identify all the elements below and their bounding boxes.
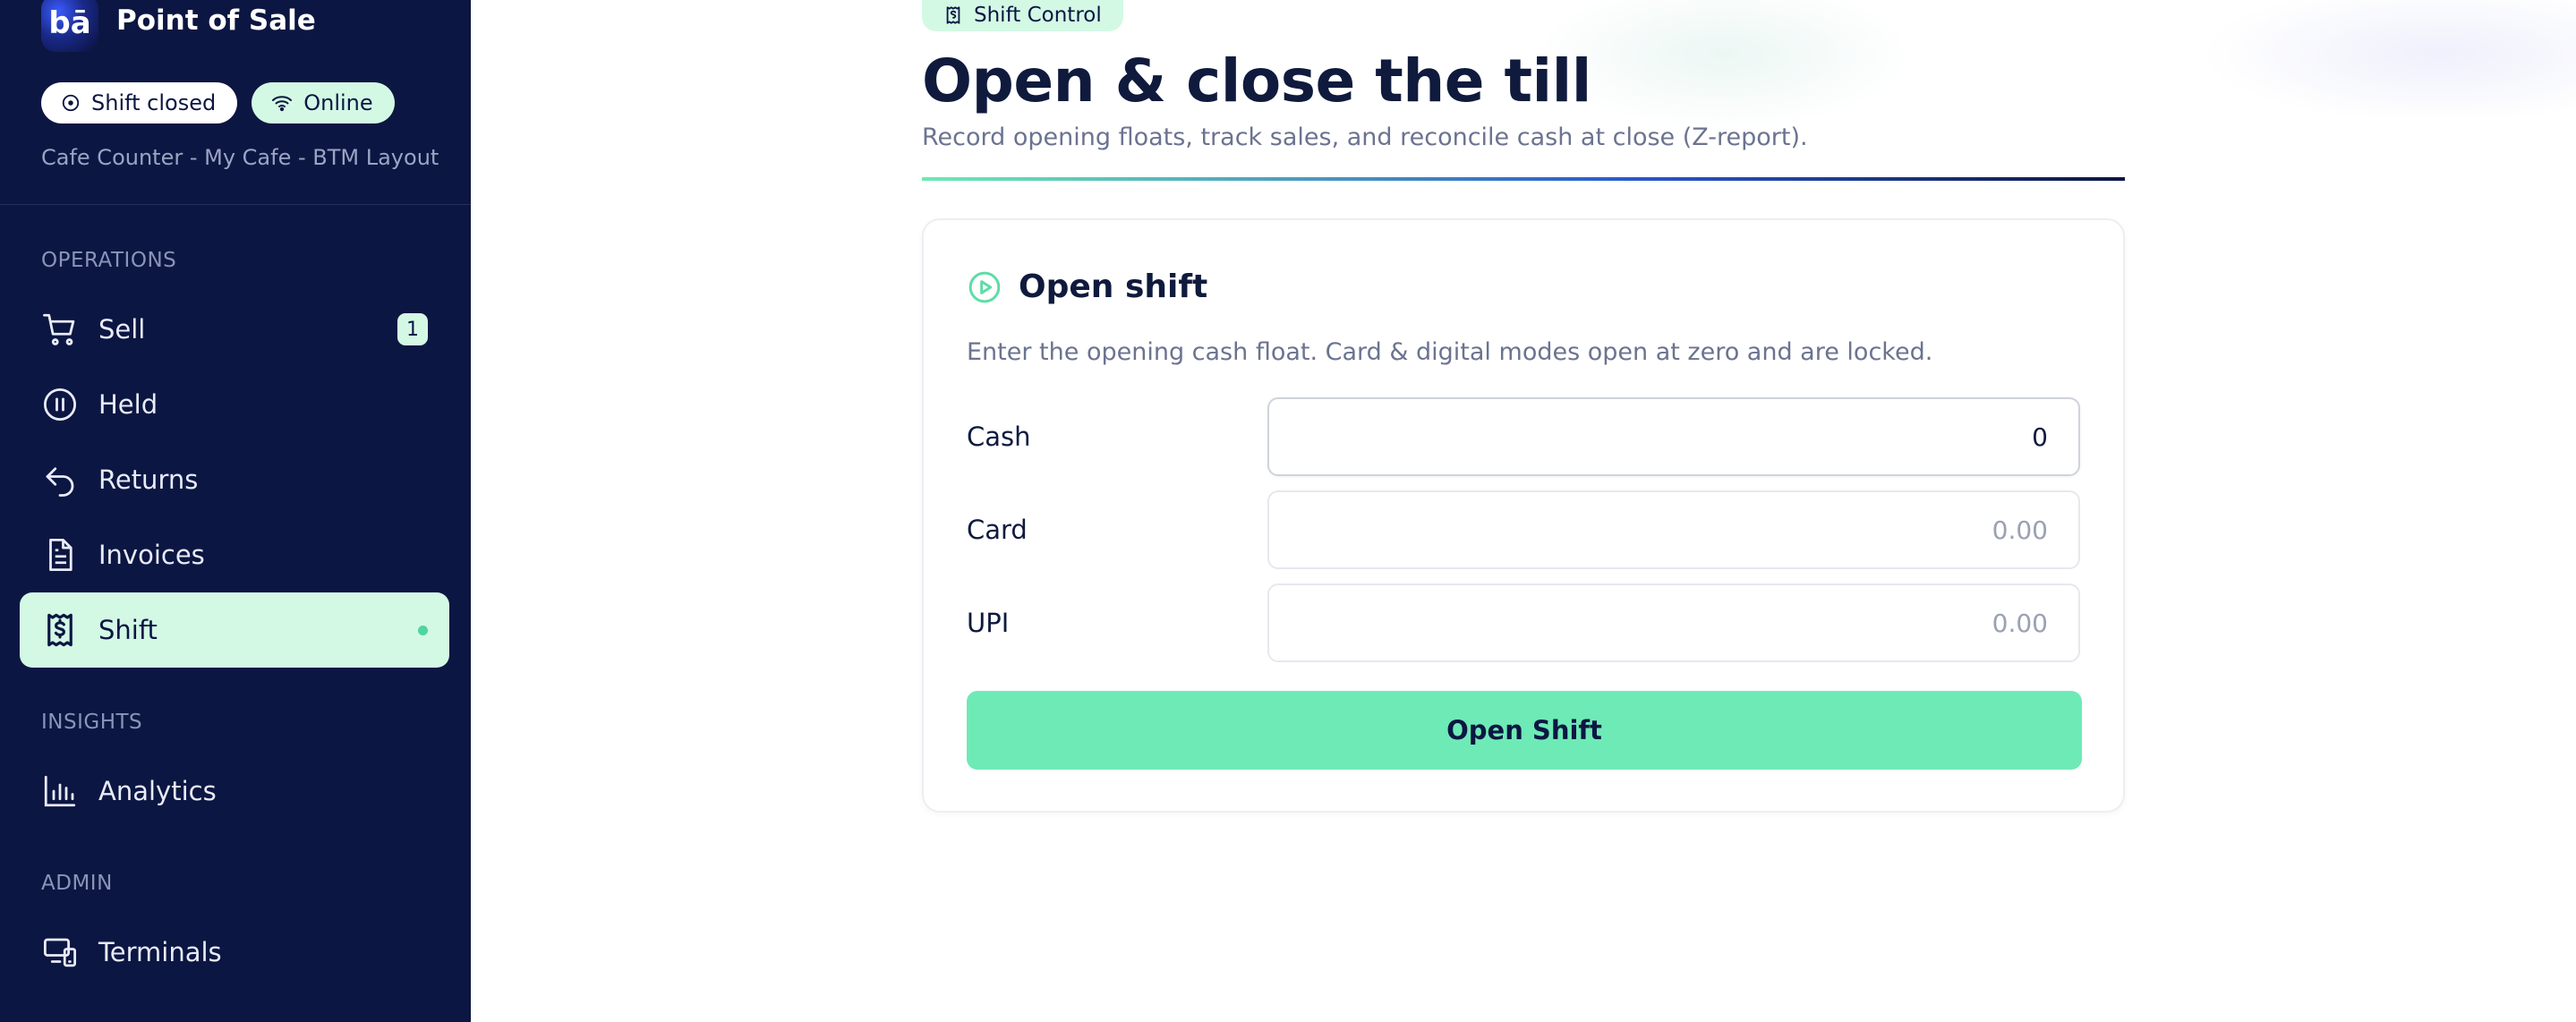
- upi-input[interactable]: [1267, 583, 2080, 662]
- section-label-admin: ADMIN: [41, 872, 113, 895]
- play-circle-icon: [968, 271, 1001, 302]
- card-title: Open shift: [1019, 268, 1208, 305]
- open-shift-card: Open shift Enter the opening cash float.…: [922, 218, 2125, 813]
- sidebar-item-shift[interactable]: Shift: [20, 592, 449, 668]
- sidebar-item-invoices[interactable]: Invoices: [20, 517, 449, 592]
- network-status-label: Online: [303, 90, 373, 115]
- status-row: Shift closed Online: [41, 82, 395, 123]
- sidebar-item-analytics[interactable]: Analytics: [20, 754, 449, 829]
- sidebar: bā Point of Sale Shift closed Online Caf…: [0, 0, 471, 1022]
- page-subtitle: Record opening floats, track sales, and …: [922, 123, 1808, 151]
- section-label-insights: INSIGHTS: [41, 711, 143, 734]
- clock-circle-icon: [62, 94, 80, 112]
- card-label: Card: [967, 515, 1028, 545]
- sidebar-item-label: Invoices: [98, 540, 205, 570]
- terminal-location: Cafe Counter - My Cafe - BTM Layout: [41, 145, 439, 170]
- card-input[interactable]: [1267, 490, 2080, 569]
- undo-arrow-icon: [46, 467, 74, 497]
- sidebar-item-label: Held: [98, 389, 158, 420]
- sidebar-item-label: Shift: [98, 615, 158, 645]
- card-field-row: Card: [967, 490, 2086, 569]
- page-title: Open & close the till: [922, 47, 1591, 115]
- open-shift-button[interactable]: Open Shift: [967, 691, 2082, 770]
- sidebar-item-held[interactable]: Held: [20, 367, 449, 442]
- bar-chart-icon: [44, 775, 76, 807]
- sidebar-item-returns[interactable]: Returns: [20, 442, 449, 517]
- pause-circle-icon: [43, 388, 77, 422]
- cash-input[interactable]: [1267, 397, 2080, 476]
- upi-field-row: UPI: [967, 583, 2086, 662]
- sidebar-item-label: Terminals: [98, 937, 222, 967]
- section-chip: Shift Control: [922, 0, 1123, 31]
- receipt-dollar-icon: [47, 613, 73, 647]
- shopping-cart-icon: [43, 313, 75, 345]
- cash-label: Cash: [967, 422, 1031, 452]
- receipt-dollar-icon: [946, 5, 960, 24]
- shift-status-label: Shift closed: [91, 90, 217, 115]
- app-title: Point of Sale: [116, 4, 316, 37]
- app-logo: bā: [41, 0, 98, 52]
- card-header: Open shift: [967, 268, 1207, 305]
- wifi-icon: [272, 96, 293, 112]
- brand[interactable]: bā Point of Sale: [41, 0, 316, 52]
- sidebar-item-terminals[interactable]: Terminals: [20, 915, 449, 990]
- sidebar-item-label: Sell: [98, 314, 146, 345]
- shift-status-badge: Shift closed: [41, 82, 238, 123]
- section-chip-label: Shift Control: [974, 3, 1102, 27]
- active-indicator-dot: [418, 626, 428, 635]
- sidebar-item-label: Returns: [98, 464, 199, 495]
- section-label-operations: OPERATIONS: [41, 249, 177, 272]
- sidebar-item-label: Analytics: [98, 776, 217, 806]
- cash-field-row: Cash: [967, 397, 2086, 476]
- devices-icon: [43, 938, 77, 967]
- cart-count-badge: 1: [397, 313, 428, 345]
- document-icon: [49, 538, 73, 572]
- card-description: Enter the opening cash float. Card & dig…: [967, 338, 1933, 366]
- sidebar-divider: [0, 204, 471, 205]
- sidebar-item-sell[interactable]: Sell 1: [20, 292, 449, 367]
- header-accent-line: [922, 177, 2125, 181]
- network-status-badge: Online: [252, 82, 395, 123]
- upi-label: UPI: [967, 608, 1010, 638]
